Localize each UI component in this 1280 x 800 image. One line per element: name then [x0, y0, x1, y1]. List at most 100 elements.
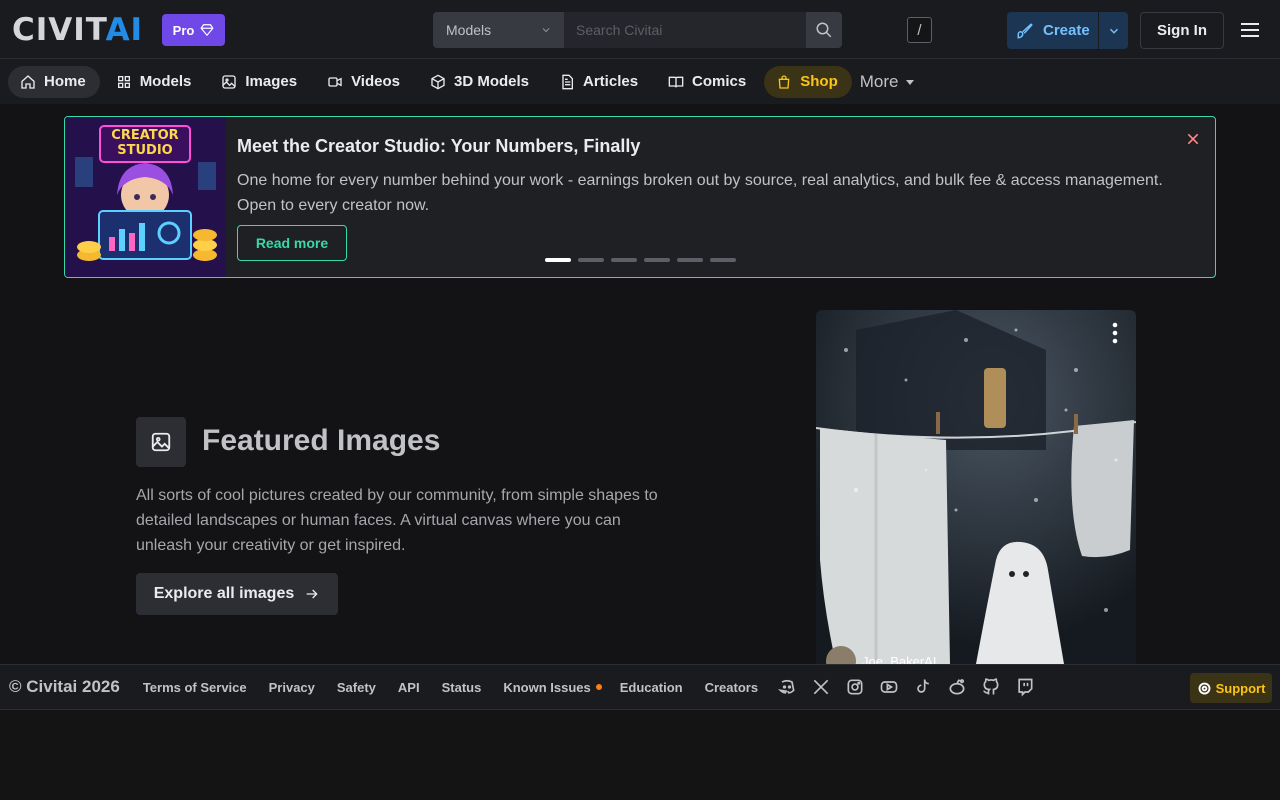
carousel-indicators: [545, 258, 736, 262]
pro-label: Pro: [172, 22, 195, 38]
create-button[interactable]: Create: [1007, 12, 1128, 49]
nav-label: Models: [139, 73, 192, 90]
instagram-icon[interactable]: [845, 677, 865, 697]
chevron-down-icon: [542, 28, 550, 33]
carousel-dot[interactable]: [545, 258, 571, 262]
search-input[interactable]: [564, 12, 806, 48]
article-icon: [562, 74, 574, 89]
lifebuoy-icon: [1198, 682, 1211, 694]
featured-images-icon-box: [136, 417, 186, 467]
youtube-icon[interactable]: [879, 677, 899, 697]
arrow-right-icon: [306, 589, 318, 599]
logo-text-civit: CIVIT: [12, 12, 106, 48]
footer-link-api[interactable]: API: [398, 680, 420, 695]
nav-label: Home: [44, 73, 86, 90]
nav-label: Comics: [692, 73, 747, 90]
nav-more-menu[interactable]: More: [860, 72, 917, 92]
diamond-icon: [200, 24, 214, 37]
photo-icon: [222, 74, 237, 89]
featured-images-description: All sorts of cool pictures created by ou…: [136, 487, 658, 554]
footer-link-terms[interactable]: Terms of Service: [143, 680, 247, 695]
search-type-select[interactable]: Models: [433, 12, 564, 48]
caret-down-icon: [906, 79, 915, 85]
support-button[interactable]: Support: [1190, 673, 1272, 703]
banner-title: Meet the Creator Studio: Your Numbers, F…: [237, 136, 641, 156]
footer-link-status[interactable]: Status: [442, 680, 482, 695]
author-username: Joe_BakerAI: [862, 653, 937, 665]
x-icon[interactable]: [811, 677, 831, 697]
top-header: CIVITAI Pro Models / Create Sign In: [0, 0, 1280, 59]
footer-link-education[interactable]: Education: [620, 680, 683, 695]
carousel-dot[interactable]: [677, 258, 703, 262]
nav-more-label: More: [859, 71, 899, 91]
reddit-icon[interactable]: [947, 677, 967, 697]
issue-indicator-dot: [595, 684, 602, 690]
illustration-text-line1: CREATOR: [111, 128, 179, 143]
search-shortcut-key: /: [907, 17, 932, 43]
footer: © Civitai 2026 Terms of Service Privacy …: [0, 664, 1280, 710]
logo-text-ai: AI: [105, 12, 144, 48]
known-issues-label: Known Issues: [503, 679, 591, 695]
twitch-icon[interactable]: [1015, 677, 1035, 697]
featured-image-card[interactable]: Joe_BakerAI: [816, 310, 1136, 664]
page-bottom-area: [0, 710, 1280, 800]
search-button[interactable]: [806, 12, 842, 48]
carousel-dot[interactable]: [710, 258, 736, 262]
discord-icon[interactable]: [777, 677, 797, 697]
civitai-logo[interactable]: CIVITAI: [12, 14, 143, 46]
pro-button[interactable]: Pro: [162, 14, 225, 46]
nav-item-models[interactable]: Models: [104, 66, 206, 98]
search-bar: Models /: [433, 12, 932, 48]
sign-in-button[interactable]: Sign In: [1140, 12, 1224, 49]
main-nav: Home Models Images Videos 3D Models Arti…: [0, 59, 1280, 104]
tiktok-icon[interactable]: [913, 677, 933, 697]
card-author[interactable]: Joe_BakerAI: [826, 646, 936, 664]
illustration-text-line2: STUDIO: [117, 143, 173, 158]
banner-description: One home for every number behind your wo…: [237, 172, 1163, 214]
explore-label: Explore all images: [153, 585, 295, 602]
support-label: Support: [1215, 680, 1266, 696]
avatar: [826, 646, 856, 664]
nav-label: Images: [245, 73, 298, 90]
photo-icon: [151, 432, 171, 452]
nav-label: Shop: [800, 73, 838, 90]
cube-icon: [431, 74, 445, 89]
footer-link-known-issues[interactable]: Known Issues: [503, 679, 602, 695]
footer-link-privacy[interactable]: Privacy: [269, 680, 315, 695]
search-input-wrap: /: [564, 12, 932, 48]
nav-item-home[interactable]: Home: [8, 65, 100, 98]
video-icon: [328, 76, 342, 87]
explore-all-images-button[interactable]: Explore all images: [136, 573, 338, 615]
nav-item-comics[interactable]: Comics: [656, 66, 760, 98]
create-label: Create: [1043, 22, 1090, 39]
carousel-dot[interactable]: [578, 258, 604, 262]
grid-icon: [117, 75, 130, 88]
carousel-dot[interactable]: [644, 258, 670, 262]
search-icon: [816, 22, 832, 38]
hamburger-menu-icon[interactable]: [1238, 18, 1262, 42]
footer-link-safety[interactable]: Safety: [337, 680, 376, 695]
nav-label: Articles: [583, 73, 639, 90]
brush-icon: [1017, 22, 1033, 39]
book-icon: [668, 76, 684, 87]
nav-item-videos[interactable]: Videos: [315, 66, 414, 98]
footer-link-creators[interactable]: Creators: [705, 680, 758, 695]
github-icon[interactable]: [981, 677, 1001, 697]
featured-images-title: Featured Images: [202, 424, 441, 457]
nav-item-images[interactable]: Images: [209, 66, 311, 98]
home-icon: [21, 74, 35, 89]
nav-label: Videos: [351, 73, 400, 90]
creator-studio-illustration: CREATOR STUDIO: [65, 117, 226, 277]
nav-item-articles[interactable]: Articles: [547, 66, 652, 98]
social-links: [777, 677, 1035, 697]
nav-item-shop[interactable]: Shop: [764, 65, 852, 98]
copyright-text: © Civitai 2026: [9, 677, 120, 696]
search-type-value: Models: [446, 22, 492, 38]
read-more-button[interactable]: Read more: [237, 225, 347, 261]
create-dropdown-toggle[interactable]: [1098, 12, 1128, 49]
close-icon[interactable]: [1185, 131, 1201, 147]
more-options-icon[interactable]: [1112, 322, 1118, 344]
carousel-dot[interactable]: [611, 258, 637, 262]
nav-label: 3D Models: [454, 73, 530, 90]
nav-item-3d-models[interactable]: 3D Models: [418, 66, 543, 98]
